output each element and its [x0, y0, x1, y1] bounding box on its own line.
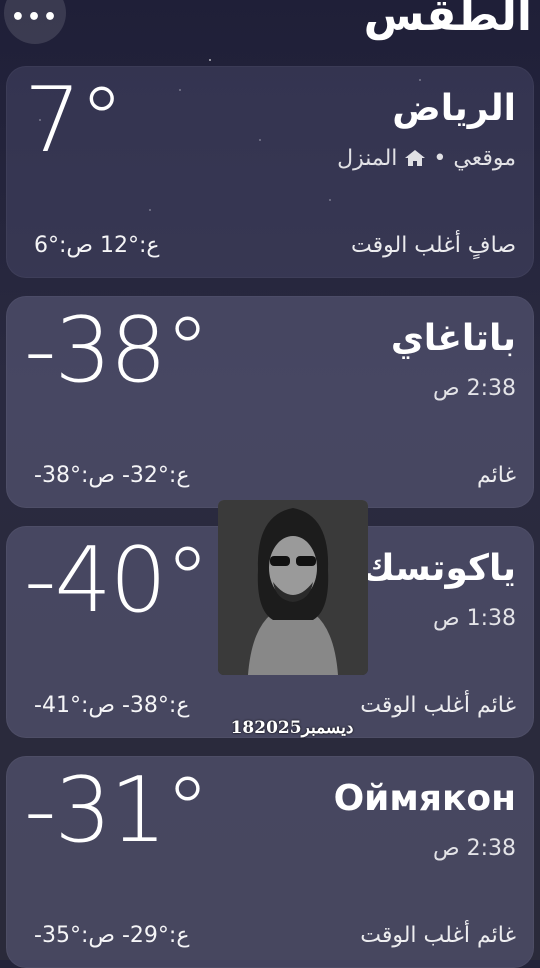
city-name: الرياض — [392, 88, 516, 129]
condition: غائم أغلب الوقت — [360, 693, 516, 718]
location-card-riyadh[interactable]: 7° الرياض موقعي • المنزل صافٍ أغلب الوقت… — [6, 66, 534, 278]
location-card-batagay[interactable]: -38° باتاغاي 2:38 ص غائم ع:°32- ص:°38- — [6, 296, 534, 508]
condition: غائم — [477, 463, 516, 488]
portrait-image — [218, 500, 368, 675]
local-time: 1:38 ص — [433, 606, 516, 631]
high-low: ع:°12 ص:°6 — [34, 233, 160, 258]
city-name: باتاغاي — [390, 318, 516, 359]
temperature: -31° — [24, 758, 210, 863]
more-button[interactable]: ••• — [4, 0, 66, 44]
local-time: 2:38 ص — [433, 376, 516, 401]
temperature: 7° — [24, 68, 124, 173]
location-subtitle: موقعي • المنزل — [337, 146, 516, 171]
high-low: ع:°38- ص:°41- — [34, 693, 190, 718]
home-icon — [405, 150, 426, 166]
my-location-label: موقعي • — [433, 146, 516, 171]
overlay-photo — [218, 500, 368, 675]
high-low: ع:°32- ص:°38- — [34, 463, 190, 488]
home-label: المنزل — [337, 146, 398, 171]
city-name: ياكوتسك — [361, 548, 516, 589]
top-bar: ••• الطقس — [0, 0, 540, 60]
page-title: الطقس — [363, 0, 532, 41]
local-time: 2:38 ص — [433, 836, 516, 861]
city-name: Оймякон — [333, 778, 516, 819]
location-card-oymyakon[interactable]: -31° Оймякон 2:38 ص غائم أغلب الوقت ع:°2… — [6, 756, 534, 968]
temperature: -40° — [24, 528, 210, 633]
high-low: ع:°29- ص:°35- — [34, 923, 190, 948]
more-icon: ••• — [10, 5, 60, 30]
overlay-caption: 18ديسمبر2025 — [230, 718, 354, 738]
temperature: -38° — [24, 298, 210, 403]
condition: غائم أغلب الوقت — [360, 923, 516, 948]
condition: صافٍ أغلب الوقت — [351, 233, 516, 258]
